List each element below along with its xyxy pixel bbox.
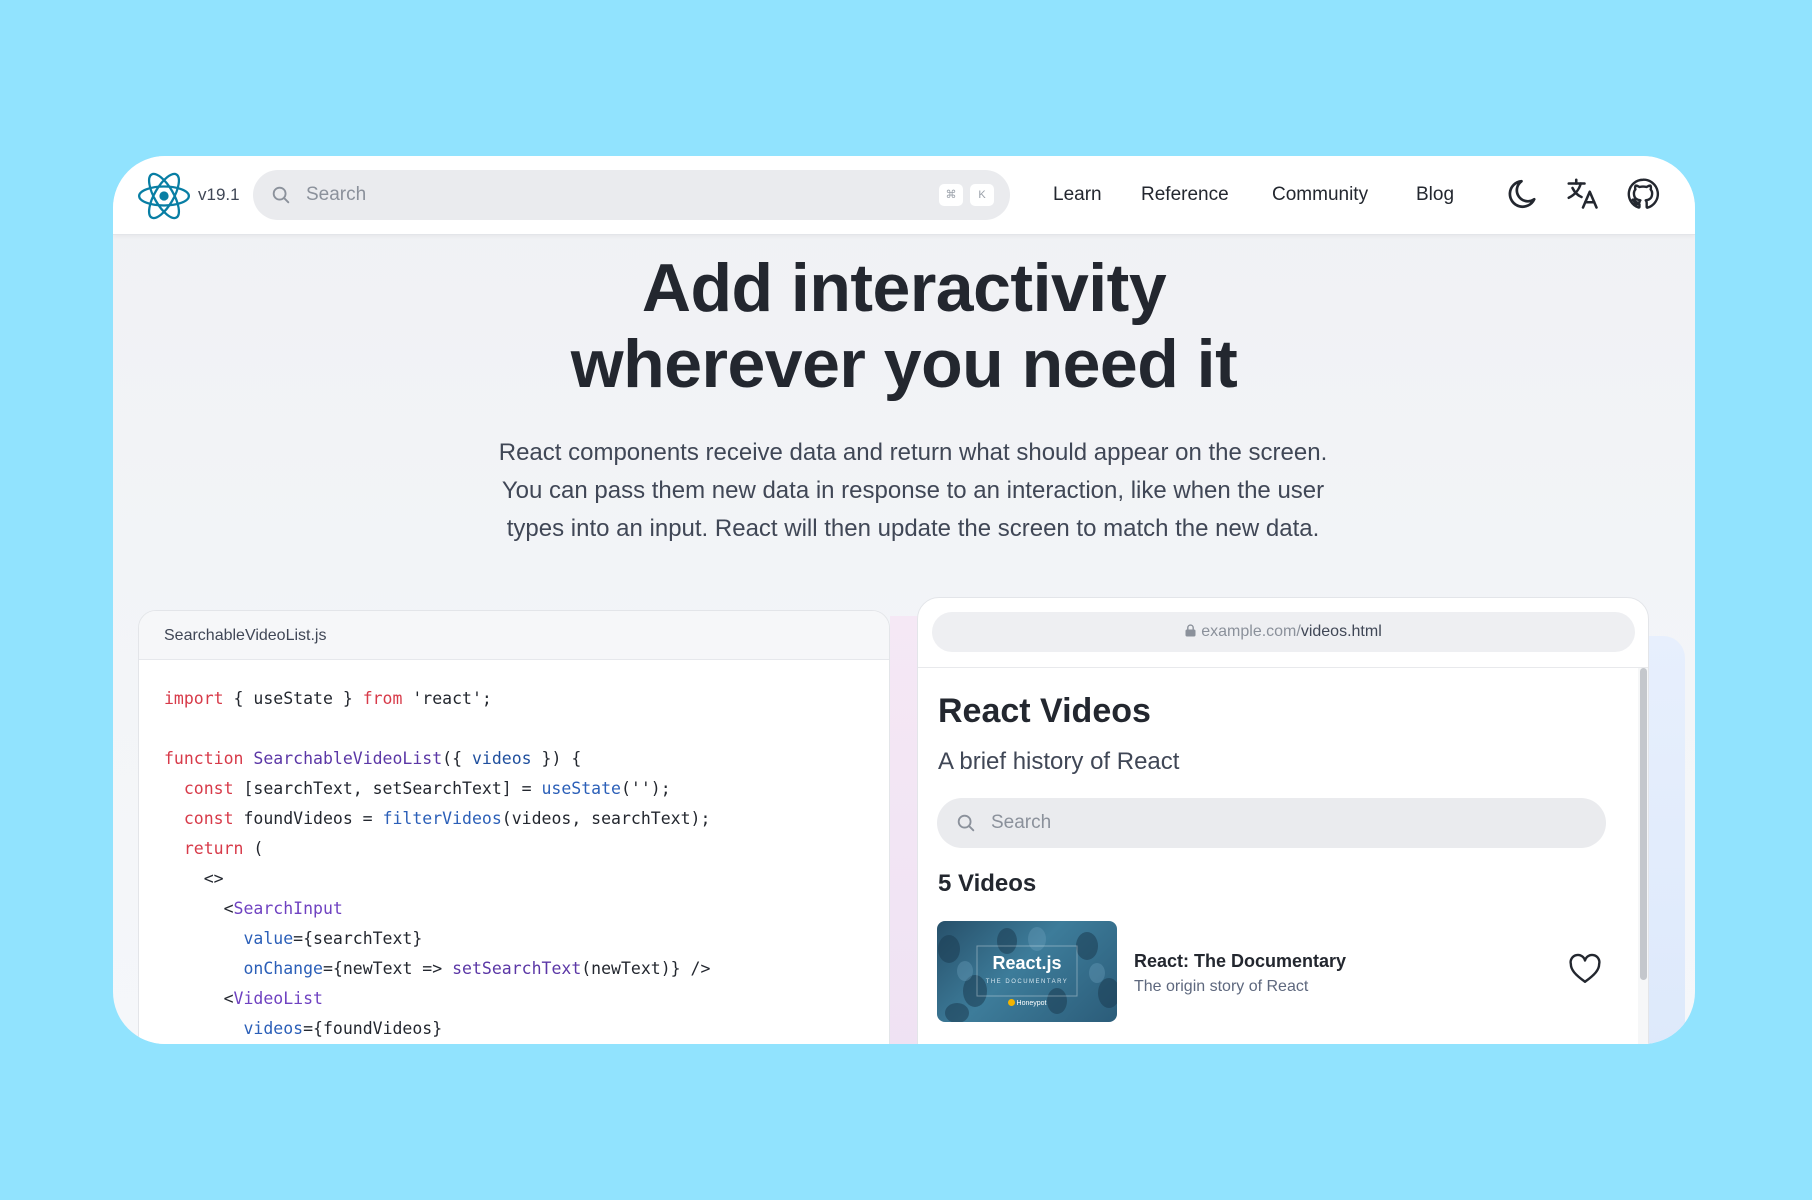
url-bar: example.com/videos.html xyxy=(932,612,1635,652)
url-path: videos.html xyxy=(1300,623,1382,640)
code-body: import { useState } from 'react'; functi… xyxy=(139,660,889,1044)
react-homepage-card: v19.1 Search ⌘ K Learn Reference Communi… xyxy=(113,156,1695,1044)
hero-desc-line3: types into an input. React will then upd… xyxy=(506,515,1320,542)
heart-icon[interactable] xyxy=(1568,953,1602,985)
shortcut-key-k: K xyxy=(970,184,994,206)
thumbnail-brand-label: Honeypot xyxy=(1016,1000,1047,1007)
video-description: The origin story of React xyxy=(1134,978,1309,995)
code-line: import { useState } from 'react'; xyxy=(164,689,492,708)
scrollbar[interactable] xyxy=(1638,668,1648,1044)
scrollbar-thumb[interactable] xyxy=(1640,668,1647,980)
lock-icon xyxy=(1185,624,1196,637)
search-placeholder: Search xyxy=(306,184,367,205)
code-line: <SearchInput xyxy=(164,899,343,918)
videos-count: 5 Videos xyxy=(938,870,1037,897)
preview-search-input[interactable]: Search xyxy=(937,798,1606,848)
nav-link-blog[interactable]: Blog xyxy=(1416,184,1454,206)
search-icon xyxy=(272,186,290,204)
nav-link-learn[interactable]: Learn xyxy=(1053,184,1102,206)
code-filename[interactable]: SearchableVideoList.js xyxy=(139,611,889,660)
shortcut-key-cmd: ⌘ xyxy=(939,184,963,206)
code-line: const foundVideos = filterVideos(videos,… xyxy=(183,809,711,828)
code-line: onChange={newText => setSearchText(newTe… xyxy=(243,959,711,978)
nav-link-community[interactable]: Community xyxy=(1272,184,1368,206)
browser-preview: example.com/videos.html React Videos A b… xyxy=(917,597,1649,1044)
code-line: videos={foundVideos} xyxy=(243,1019,443,1038)
code-line: const [searchText, setSearchText] = useS… xyxy=(183,779,671,798)
code-line: <VideoList xyxy=(164,989,323,1008)
preview-search-placeholder: Search xyxy=(991,812,1052,833)
url-domain: example.com/ xyxy=(1201,623,1301,640)
hero-desc-line1: React components receive data and return… xyxy=(498,439,1328,466)
hero-title-line1: Add interactivity xyxy=(641,250,1167,326)
honeypot-logo-icon xyxy=(1007,999,1015,1006)
thumbnail-title: React.js xyxy=(992,953,1062,973)
version-label[interactable]: v19.1 xyxy=(198,185,240,205)
search-icon xyxy=(957,814,975,832)
thumbnail-subtitle: THE DOCUMENTARY xyxy=(985,979,1069,985)
preview-title: React Videos xyxy=(938,692,1151,730)
github-icon[interactable] xyxy=(1625,176,1661,212)
react-logo-icon[interactable] xyxy=(138,170,190,222)
code-line: value={searchText} xyxy=(243,929,423,948)
hero-description: React components receive data and return… xyxy=(413,434,1413,548)
preview-subtitle: A brief history of React xyxy=(938,748,1180,775)
moon-icon[interactable] xyxy=(1505,176,1541,212)
video-thumbnail[interactable]: React.js THE DOCUMENTARY Honeypot xyxy=(937,921,1117,1022)
thumbnail-brand: Honeypot xyxy=(937,999,1117,1007)
code-editor-panel: SearchableVideoList.js import { useState… xyxy=(138,610,890,1044)
code-line: return ( xyxy=(183,839,264,858)
search-input[interactable]: Search ⌘ K xyxy=(253,170,1010,220)
hero-title: Add interactivity wherever you need it xyxy=(113,250,1695,402)
browser-toolbar: example.com/videos.html xyxy=(918,598,1648,668)
video-title[interactable]: React: The Documentary xyxy=(1134,951,1346,972)
nav-link-reference[interactable]: Reference xyxy=(1141,184,1229,206)
code-line: function SearchableVideoList({ videos })… xyxy=(164,749,582,768)
translate-icon[interactable] xyxy=(1565,176,1601,212)
top-nav: v19.1 Search ⌘ K Learn Reference Communi… xyxy=(113,156,1695,235)
code-line: <> xyxy=(164,869,224,888)
hero-title-line2: wherever you need it xyxy=(570,326,1238,402)
hero-desc-line2: You can pass them new data in response t… xyxy=(501,477,1325,504)
